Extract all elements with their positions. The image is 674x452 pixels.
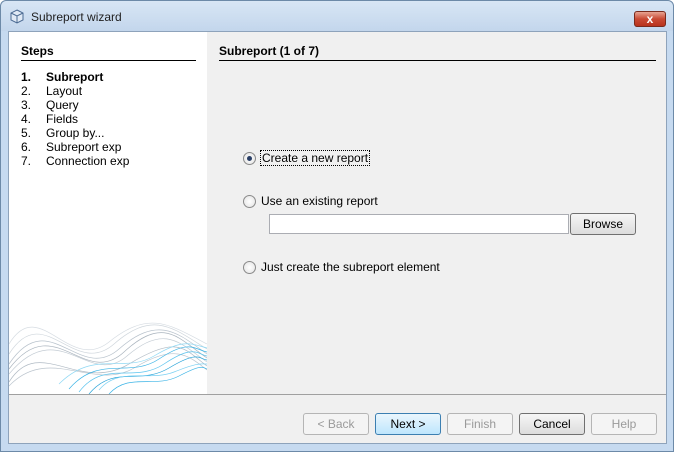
wizard-body: Steps 1. Subreport 2. Layout 3. Query 4. Fie…: [8, 31, 667, 444]
use-existing-label[interactable]: Use an existing report: [260, 194, 379, 208]
close-button[interactable]: x: [634, 11, 666, 27]
step-label: Subreport exp: [46, 140, 122, 154]
subreport-wizard-window: Subreport wizard x Steps 1. Subreport 2. L…: [0, 0, 674, 452]
step-item-layout: 2. Layout: [21, 84, 83, 98]
content-header: Subreport (1 of 7): [219, 44, 656, 61]
back-button[interactable]: < Back: [303, 413, 369, 435]
footer-separator: [9, 394, 666, 395]
cube-icon: [10, 9, 24, 24]
create-new-radio[interactable]: [243, 151, 256, 165]
step-label: Query: [46, 98, 79, 112]
step-item-query: 3. Query: [21, 98, 79, 112]
step-label: Fields: [46, 112, 79, 126]
browse-button[interactable]: Browse: [570, 213, 636, 235]
content-panel: Subreport (1 of 7) Create a new report U…: [207, 32, 666, 394]
steps-header: Steps: [21, 44, 196, 61]
step-label: Subreport: [46, 70, 104, 84]
step-item-group-by: 5. Group by...: [21, 126, 105, 140]
create-new-label[interactable]: Create a new report: [260, 150, 371, 166]
decorative-waves-image: [9, 322, 207, 394]
step-label: Layout: [46, 84, 83, 98]
existing-report-path-input[interactable]: [269, 214, 569, 234]
option-use-existing[interactable]: Use an existing report: [243, 193, 379, 209]
steps-panel: Steps 1. Subreport 2. Layout 3. Query 4. Fie…: [9, 32, 207, 394]
just-create-radio[interactable]: [243, 260, 256, 274]
step-item-subreport-exp: 6. Subreport exp: [21, 140, 122, 154]
option-just-create[interactable]: Just create the subreport element: [243, 259, 441, 275]
step-item-fields: 4. Fields: [21, 112, 79, 126]
help-button[interactable]: Help: [591, 413, 657, 435]
step-item-subreport: 1. Subreport: [21, 70, 104, 84]
window-title: Subreport wizard: [31, 10, 122, 24]
step-label: Group by...: [46, 126, 105, 140]
finish-button[interactable]: Finish: [447, 413, 513, 435]
title-bar[interactable]: Subreport wizard x: [1, 1, 673, 31]
use-existing-radio[interactable]: [243, 194, 256, 208]
next-button[interactable]: Next >: [375, 413, 441, 435]
option-create-new[interactable]: Create a new report: [243, 150, 371, 166]
step-label: Connection exp: [46, 154, 130, 168]
just-create-label[interactable]: Just create the subreport element: [260, 260, 441, 274]
steps-list: 1. Subreport 2. Layout 3. Query 4. Fields 5.…: [21, 70, 129, 168]
cancel-button[interactable]: Cancel: [519, 413, 585, 435]
step-item-connection-exp: 7. Connection exp: [21, 154, 130, 168]
close-icon: x: [646, 12, 654, 26]
